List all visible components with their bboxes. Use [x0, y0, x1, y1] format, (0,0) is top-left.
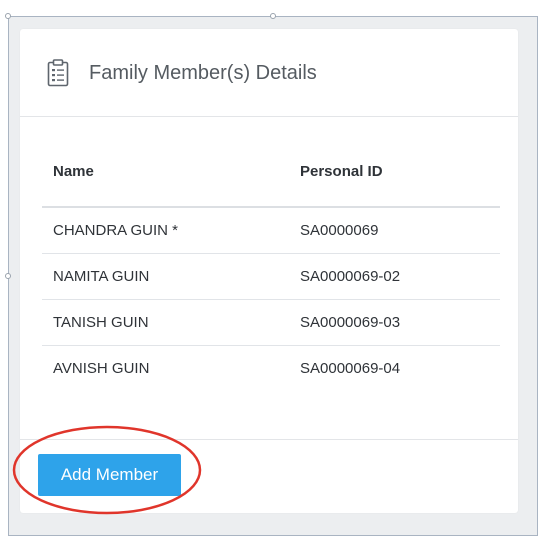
member-personal-id: SA0000069-03	[300, 314, 401, 331]
table-row[interactable]: NAMITA GUIN SA0000069-02	[42, 254, 500, 300]
column-header-personal-id[interactable]: Personal ID	[300, 163, 383, 180]
resize-handle-top[interactable]	[270, 13, 276, 19]
table-row[interactable]: CHANDRA GUIN * SA0000069	[42, 208, 500, 254]
member-personal-id: SA0000069-04	[300, 360, 401, 377]
column-header-name[interactable]: Name	[53, 163, 94, 180]
add-member-button[interactable]: Add Member	[38, 454, 181, 496]
member-personal-id: SA0000069	[300, 222, 379, 239]
panel-header: Family Member(s) Details	[20, 29, 518, 117]
resize-handle-top-left[interactable]	[5, 13, 11, 19]
table-row[interactable]: TANISH GUIN SA0000069-03	[42, 300, 500, 346]
family-members-table: Name Personal ID CHANDRA GUIN * SA000006…	[42, 147, 500, 392]
table-row[interactable]: AVNISH GUIN SA0000069-04	[42, 346, 500, 392]
family-members-panel: Family Member(s) Details Name Personal I…	[20, 29, 518, 513]
member-personal-id: SA0000069-02	[300, 268, 401, 285]
panel-title: Family Member(s) Details	[89, 62, 317, 84]
screenshot-canvas: Family Member(s) Details Name Personal I…	[0, 0, 547, 544]
table-header: Name Personal ID	[42, 147, 500, 208]
member-name: AVNISH GUIN	[53, 360, 150, 377]
footer-divider	[20, 439, 518, 440]
member-name: NAMITA GUIN	[53, 268, 150, 285]
member-name: TANISH GUIN	[53, 314, 149, 331]
member-name: CHANDRA GUIN *	[53, 222, 179, 239]
resize-handle-left[interactable]	[5, 273, 11, 279]
clipboard-list-icon	[47, 59, 69, 87]
